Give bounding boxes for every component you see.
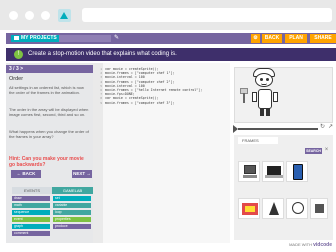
frame-thumb-card[interactable]	[238, 198, 260, 219]
tab-frames[interactable]: FRAMES	[238, 137, 278, 144]
frame-thumb-phone[interactable]	[286, 161, 308, 182]
gadget-icon	[315, 204, 324, 213]
search-button[interactable]: SEARCH	[305, 148, 322, 154]
vidcode-logo-icon	[58, 9, 71, 22]
share-button[interactable]: SHARE	[310, 34, 336, 43]
toolbox-block[interactable]: event	[12, 217, 50, 222]
settings-button[interactable]: ⚙	[251, 34, 260, 43]
vidcode-brand[interactable]: vidcode	[313, 242, 332, 248]
lightbulb-icon: !	[14, 50, 23, 59]
chef-icon	[292, 202, 304, 214]
spatula-handle	[243, 93, 245, 103]
instruction-bar: ! Create a stop-motion video that explai…	[6, 48, 336, 61]
back-button[interactable]: BACK	[262, 34, 282, 43]
close-icon[interactable]: ×	[323, 147, 330, 154]
toolbox-tabs: EVENTS GAMELAB	[12, 187, 93, 194]
frame-thumb-extra[interactable]	[310, 198, 328, 219]
window-dot-maximize[interactable]	[41, 11, 50, 20]
lesson-back-button[interactable]: ← BACK	[11, 170, 41, 178]
my-projects-button[interactable]: MY PROJECTS	[11, 35, 60, 42]
lesson-hint: Hint: Can you make your movie go backwar…	[9, 156, 84, 168]
lesson-title: Order	[9, 76, 24, 82]
frame-thumb-computer-chef[interactable]	[238, 161, 260, 182]
frame-thumb-cursor[interactable]	[262, 198, 284, 219]
chef-eye	[260, 78, 263, 81]
keyboard-icon	[243, 175, 257, 178]
code-editor[interactable]: 123456789 var movie = createSprite(); mov…	[93, 63, 230, 243]
window-dot-close[interactable]	[9, 11, 18, 20]
plan-button[interactable]: PLAN	[285, 34, 307, 43]
chef-arm	[252, 92, 257, 102]
tab-gamelab[interactable]: GAMELAB	[52, 187, 93, 194]
fullscreen-icon[interactable]: ↗	[327, 124, 334, 131]
toolbox-block[interactable]: set	[53, 196, 91, 201]
toolbox-block[interactable]: variable	[53, 203, 91, 208]
card-screen	[245, 206, 255, 212]
toolbox-block[interactable]: math	[12, 203, 50, 208]
lesson-next-button[interactable]: NEXT →	[72, 170, 92, 178]
pencil-icon[interactable]: ✎	[114, 34, 121, 42]
laptop-icon	[267, 166, 281, 175]
chef-eye	[266, 78, 269, 81]
line-number: 9	[100, 100, 102, 105]
lesson-panel: 3 / 3 > Order All settings in an ordered…	[6, 63, 93, 243]
monitor-icon	[244, 165, 256, 174]
tab-events[interactable]: EVENTS	[12, 187, 52, 194]
toolbox-block[interactable]: graph	[12, 224, 50, 229]
address-bar[interactable]	[82, 8, 332, 22]
instruction-text: Create a stop-motion video that explains…	[28, 51, 177, 57]
toolbox-block[interactable]: sequence	[12, 210, 50, 215]
toolbox-block[interactable]: comment	[12, 231, 50, 236]
cursor-icon	[269, 202, 279, 215]
chef-leg	[266, 108, 270, 116]
code-line[interactable]: movie.frames = ["computer chef 3"];	[105, 101, 230, 105]
lesson-paragraph: All settings in an ordered list, which i…	[9, 85, 84, 95]
lesson-progress: 3 / 3 >	[6, 65, 93, 73]
line-gutter: 123456789	[93, 63, 103, 243]
lesson-paragraph: The order in the array will be displayed…	[9, 107, 89, 117]
video-preview[interactable]	[234, 67, 333, 123]
window-dot-minimize[interactable]	[25, 11, 34, 20]
refresh-icon[interactable]: ↻	[319, 124, 326, 131]
chef-body	[258, 89, 272, 109]
lesson-paragraph: What happens when you change the order o…	[9, 129, 89, 139]
phone-icon	[293, 164, 303, 180]
chef-arm	[273, 92, 278, 102]
toolbox-block[interactable]: properties	[53, 217, 91, 222]
laptop-base	[265, 175, 283, 178]
toolbox-block[interactable]: loop	[53, 210, 91, 215]
folder-icon	[14, 35, 19, 40]
toolbox-block[interactable]: produce	[53, 224, 91, 229]
project-name-field[interactable]	[59, 35, 111, 42]
timeline-scrubber[interactable]	[238, 128, 318, 130]
code-text[interactable]: var movie = createSprite(); movie.frames …	[105, 67, 230, 105]
frame-thumb-laptop[interactable]	[262, 161, 284, 182]
footer: MADE WITH vidcode	[289, 242, 332, 248]
browser-chrome	[0, 0, 336, 30]
frame-thumb-chef[interactable]	[286, 198, 308, 219]
toolbox-block[interactable]: draw	[12, 196, 50, 201]
chef-leg	[260, 108, 264, 116]
